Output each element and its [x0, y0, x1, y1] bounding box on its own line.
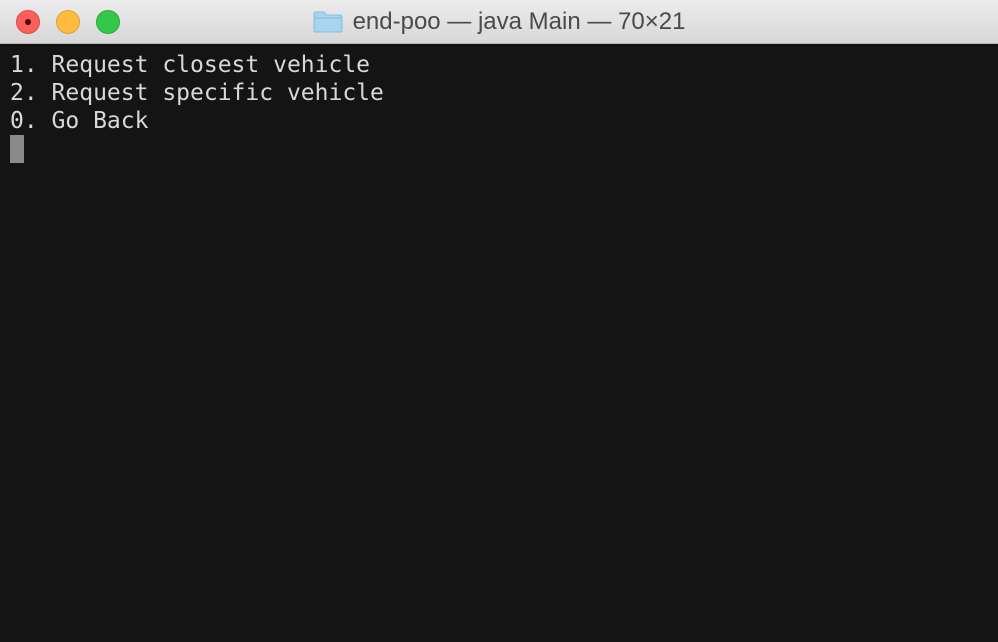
- window-title: end-poo — java Main — 70×21: [352, 8, 686, 35]
- menu-option-specific: 2. Request specific vehicle: [10, 80, 384, 106]
- menu-option-closest: 1. Request closest vehicle: [10, 52, 371, 78]
- title-group: end-poo — java Main — 70×21: [0, 0, 998, 44]
- text-cursor: [10, 135, 24, 163]
- terminal-window: end-poo — java Main — 70×21 1. Request c…: [0, 0, 998, 642]
- folder-icon: [313, 11, 343, 33]
- title-bar[interactable]: end-poo — java Main — 70×21: [0, 0, 998, 44]
- menu-option-back: 0. Go Back: [10, 108, 149, 134]
- terminal-content[interactable]: 1. Request closest vehicle 2. Request sp…: [0, 45, 998, 642]
